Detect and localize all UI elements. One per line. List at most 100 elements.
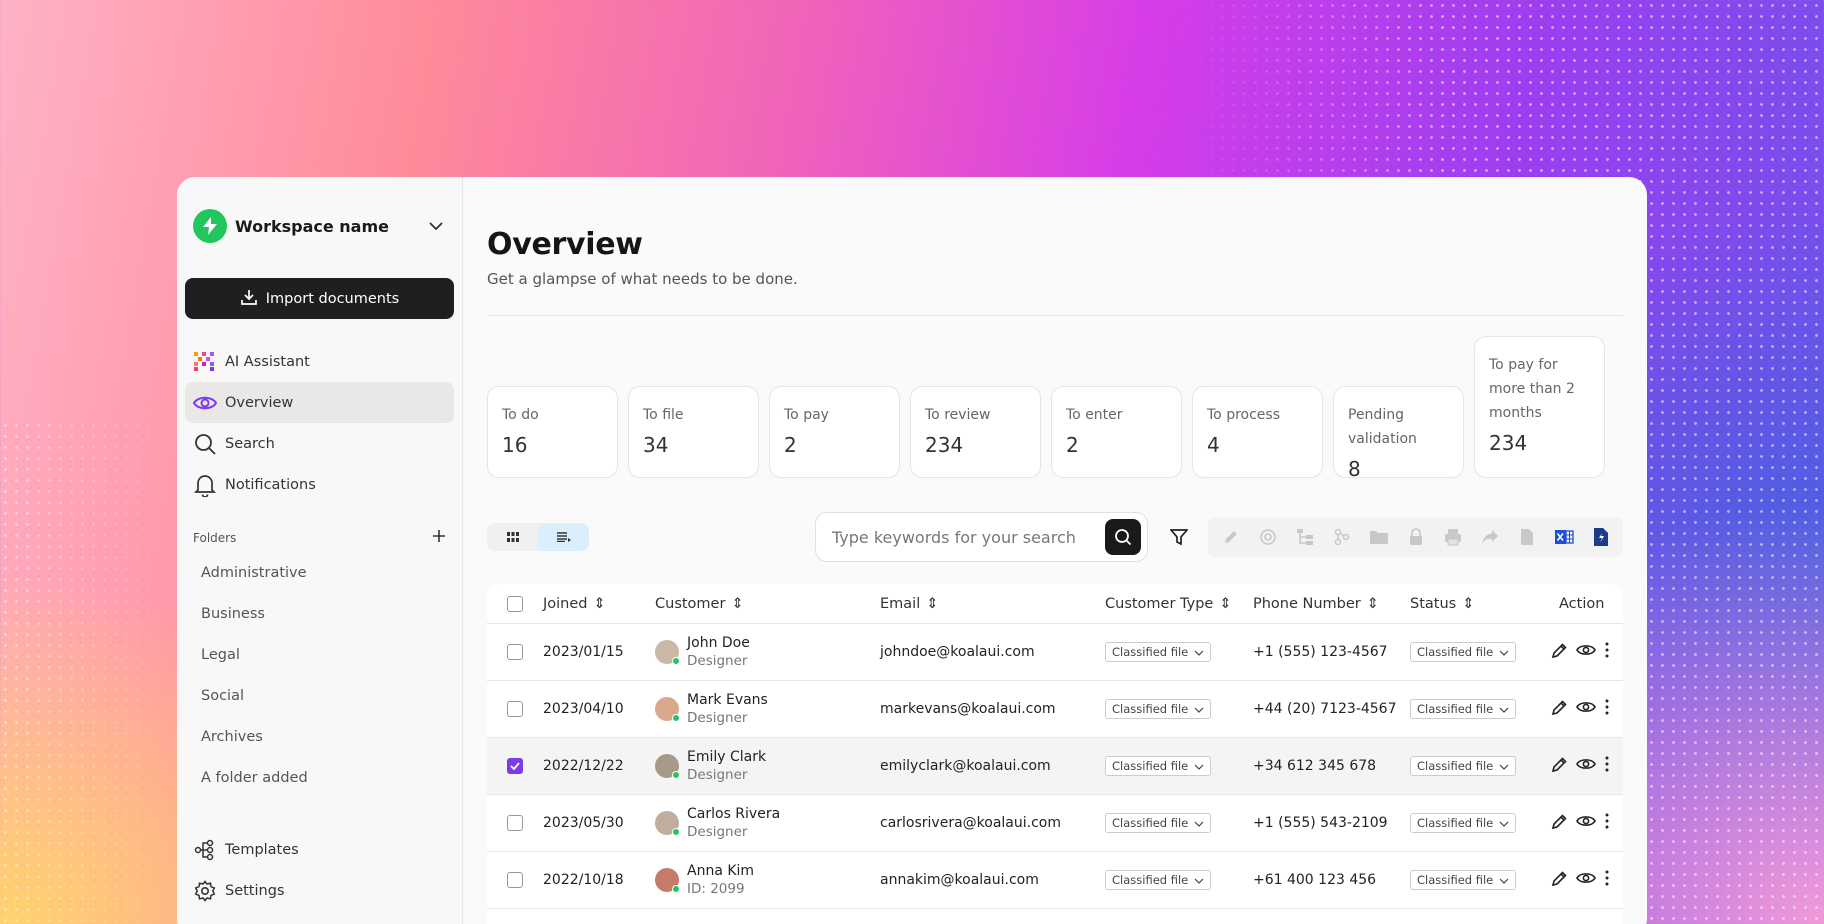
edit-icon[interactable] [1551, 813, 1568, 834]
document-icon[interactable] [1508, 517, 1545, 557]
edit-icon[interactable] [1551, 870, 1568, 891]
edit-icon[interactable] [1551, 699, 1568, 720]
more-vertical-icon[interactable] [1604, 870, 1610, 890]
more-vertical-icon[interactable] [1604, 756, 1610, 776]
header-status[interactable]: Status ⇕ [1410, 596, 1545, 612]
row-checkbox[interactable] [507, 644, 523, 660]
nav-item-ai-assistant[interactable]: AI Assistant [185, 341, 454, 382]
share-arrow-icon[interactable] [1471, 517, 1508, 557]
status-dropdown[interactable]: Classified file [1410, 870, 1517, 890]
customer-role: Designer [687, 767, 748, 783]
search-input[interactable] [832, 527, 1105, 547]
view-eye-icon[interactable] [1576, 814, 1596, 832]
customer-type-dropdown[interactable]: Classified file [1105, 870, 1212, 890]
edit-icon[interactable] [1551, 642, 1568, 663]
filter-icon[interactable] [1160, 528, 1198, 546]
customer-type-dropdown[interactable]: Classified file [1105, 699, 1212, 719]
stat-card[interactable]: To process 4 [1192, 386, 1323, 478]
header-customer[interactable]: Customer ⇕ [655, 596, 880, 612]
row-checkbox[interactable] [507, 758, 523, 774]
status-dropdown[interactable]: Classified file [1410, 699, 1517, 719]
header-label: Customer [655, 595, 726, 612]
table-row[interactable]: 2023/04/10 Mark Evans Designer markevans@ko… [487, 681, 1623, 738]
more-vertical-icon[interactable] [1604, 699, 1610, 719]
more-vertical-icon[interactable] [1604, 813, 1610, 833]
lock-icon[interactable] [1397, 517, 1434, 557]
grid-view-icon[interactable] [487, 523, 538, 551]
stat-card[interactable]: To pay for more than 2 months 234 [1474, 336, 1605, 478]
workspace-switcher[interactable]: Workspace name [185, 202, 454, 250]
status-dropdown[interactable]: Classified file [1410, 756, 1517, 776]
add-folder-plus-icon[interactable] [432, 529, 446, 546]
folders-label: Folders [193, 530, 237, 545]
folder-item[interactable]: Archives [185, 716, 454, 757]
nav-item-search[interactable]: Search [185, 423, 454, 464]
table-row[interactable]: 2023/01/15 John Doe Designer johndoe@koalau… [487, 624, 1623, 681]
nav-item-templates[interactable]: Templates [185, 829, 454, 870]
avatar [655, 811, 680, 836]
import-documents-button[interactable]: Import documents [185, 278, 454, 319]
header-phone-number[interactable]: Phone Number ⇕ [1253, 596, 1410, 612]
avatar [655, 868, 680, 893]
status-dropdown[interactable]: Classified file [1410, 642, 1517, 662]
status-value: Classified file [1417, 702, 1494, 716]
workspace-name: Workspace name [235, 216, 389, 236]
row-actions [1545, 870, 1623, 891]
header-joined[interactable]: Joined ⇕ [543, 596, 655, 612]
edit-pencil-icon[interactable] [1212, 517, 1249, 557]
customer-type-dropdown[interactable]: Classified file [1105, 813, 1212, 833]
joined-date: 2022/12/22 [543, 758, 624, 774]
customer-type-dropdown[interactable]: Classified file [1105, 642, 1212, 662]
nav-item-overview[interactable]: Overview [185, 382, 454, 423]
header-email[interactable]: Email ⇕ [880, 596, 1105, 612]
header-customer-type[interactable]: Customer Type ⇕ [1105, 596, 1253, 612]
hierarchy-icon[interactable] [1286, 517, 1323, 557]
stat-card[interactable]: To pay 2 [769, 386, 900, 478]
table-row[interactable]: 2023/05/30 Carlos Rivera Designer carlosriv… [487, 795, 1623, 852]
stat-value: 2 [1066, 433, 1079, 457]
header-action: Action [1545, 596, 1623, 612]
folder-item[interactable]: Business [185, 593, 454, 634]
at-mention-icon[interactable] [1249, 517, 1286, 557]
row-checkbox[interactable] [507, 872, 523, 888]
nav-item-settings[interactable]: Settings [185, 870, 454, 911]
row-checkbox[interactable] [507, 815, 523, 831]
pdf-export-icon[interactable] [1582, 517, 1619, 557]
folder-item[interactable]: Administrative [185, 552, 454, 593]
chevron-down-icon[interactable] [426, 216, 446, 236]
stat-card[interactable]: To file 34 [628, 386, 759, 478]
stat-card[interactable]: To enter 2 [1051, 386, 1182, 478]
nav-item-notifications[interactable]: Notifications [185, 464, 454, 505]
avatar [655, 640, 680, 665]
stat-card[interactable]: To do 16 [487, 386, 618, 478]
table-row[interactable]: 2022/12/22 Emily Clark Designer emilyclark@… [487, 738, 1623, 795]
phone-number: +61 400 123 456 [1253, 872, 1377, 888]
main-content: Overview Get a glampse of what needs to … [463, 177, 1647, 924]
stat-card[interactable]: Pending validation 8 [1333, 386, 1464, 481]
print-icon[interactable] [1434, 517, 1471, 557]
view-eye-icon[interactable] [1576, 700, 1596, 718]
list-view-icon[interactable] [538, 523, 589, 551]
workflow-icon[interactable] [1323, 517, 1360, 557]
sort-icon: ⇕ [1462, 595, 1475, 612]
gear-icon [193, 879, 217, 903]
customer-type-dropdown[interactable]: Classified file [1105, 756, 1212, 776]
folder-item[interactable]: Legal [185, 634, 454, 675]
search-button[interactable] [1105, 519, 1141, 555]
row-checkbox[interactable] [507, 701, 523, 717]
folder-move-icon[interactable] [1360, 517, 1397, 557]
edit-icon[interactable] [1551, 756, 1568, 777]
table-row[interactable]: 2022/10/18 Anna Kim ID: 2099 annakim@koalau… [487, 852, 1623, 909]
table-row[interactable]: Michael Scott [487, 909, 1623, 924]
view-eye-icon[interactable] [1576, 643, 1596, 661]
select-all-checkbox[interactable] [507, 595, 523, 612]
excel-export-icon[interactable] [1545, 517, 1582, 557]
folder-item[interactable]: Social [185, 675, 454, 716]
status-dropdown[interactable]: Classified file [1410, 813, 1517, 833]
online-status-dot [672, 828, 680, 836]
folder-item[interactable]: A folder added [185, 757, 454, 798]
view-eye-icon[interactable] [1576, 871, 1596, 889]
more-vertical-icon[interactable] [1604, 642, 1610, 662]
stat-card[interactable]: To review 234 [910, 386, 1041, 478]
view-eye-icon[interactable] [1576, 757, 1596, 775]
